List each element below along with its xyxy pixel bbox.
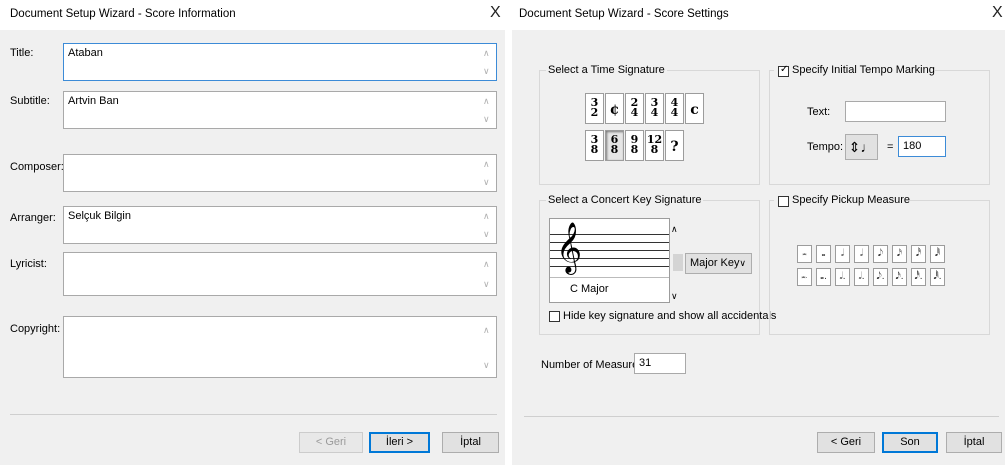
key-mode-select[interactable]: Major Key ∨ bbox=[685, 253, 752, 274]
time-sig-9-8[interactable]: 98 bbox=[625, 130, 644, 161]
time-sig-3-2[interactable]: 32 bbox=[585, 93, 604, 124]
finish-button[interactable]: Son bbox=[882, 432, 938, 453]
arranger-label: Arranger: bbox=[10, 212, 56, 224]
title-value: Ataban bbox=[68, 47, 103, 59]
pickup-measure-label: Specify Pickup Measure bbox=[792, 194, 910, 206]
pickup-dotted-half[interactable]: 𝅗𝅥. bbox=[835, 268, 850, 286]
pickup-dotted-sixteenth[interactable]: 𝅘𝅥𝅯. bbox=[892, 268, 907, 286]
tempo-equals: = bbox=[887, 141, 894, 153]
pickup-breve[interactable]: 𝅜 bbox=[797, 245, 812, 263]
title-field[interactable]: Ataban ∧ ∨ bbox=[63, 43, 497, 81]
measures-input[interactable]: 31 bbox=[634, 353, 686, 374]
key-signature-group-title: Select a Concert Key Signature bbox=[546, 194, 704, 206]
key-signature-staff[interactable]: 𝄞 C Major bbox=[549, 218, 670, 303]
composer-label: Composer: bbox=[10, 161, 64, 173]
time-sig-2-4[interactable]: 24 bbox=[625, 93, 644, 124]
time-sig-cut-time[interactable]: ¢ bbox=[605, 93, 624, 124]
copyright-scrollbar[interactable]: ∧ ∨ bbox=[481, 318, 495, 376]
left-panel: Title: Ataban ∧ ∨ Subtitle: Artvin Ban ∧ ∨… bbox=[0, 30, 505, 465]
pickup-dotted-half-2[interactable]: 𝅗𝅥. bbox=[854, 268, 869, 286]
key-down-arrow-icon[interactable]: ∨ bbox=[671, 291, 678, 302]
lyricist-label: Lyricist: bbox=[10, 258, 47, 270]
key-signature-group: Select a Concert Key Signature 𝄞 C Major… bbox=[539, 194, 776, 335]
pickup-dotted-whole[interactable]: 𝅝. bbox=[816, 268, 831, 286]
time-sig-12-8[interactable]: 12 8 bbox=[645, 130, 664, 161]
chevron-down-icon: ∨ bbox=[739, 258, 746, 268]
tempo-value-input[interactable]: 180 bbox=[898, 136, 946, 157]
pickup-whole[interactable]: 𝅝 bbox=[816, 245, 831, 263]
title-label: Title: bbox=[10, 47, 34, 59]
key-mode-value: Major Key bbox=[690, 257, 740, 269]
composer-field[interactable]: ∧ ∨ bbox=[63, 154, 497, 192]
treble-clef-icon: 𝄞 bbox=[556, 222, 583, 273]
key-scroll-thumb[interactable] bbox=[673, 254, 683, 271]
time-signature-group: Select a Time Signature 32 ¢ 24 34 44 c … bbox=[539, 64, 760, 185]
right-close-button[interactable]: X bbox=[992, 3, 1003, 23]
pickup-dotted-64th[interactable]: 𝅘𝅥𝅱. bbox=[930, 268, 945, 286]
pickup-half[interactable]: 𝅗𝅥 bbox=[835, 245, 850, 263]
right-separator bbox=[524, 416, 999, 417]
arranger-scrollbar[interactable]: ∧ ∨ bbox=[481, 208, 495, 242]
tempo-marking-checkbox[interactable]: ✓ bbox=[778, 64, 789, 77]
right-cancel-button[interactable]: İptal bbox=[946, 432, 1002, 453]
subtitle-value: Artvin Ban bbox=[68, 95, 119, 107]
time-sig-other[interactable]: ? bbox=[665, 130, 684, 161]
tempo-marking-label: Specify Initial Tempo Marking bbox=[792, 64, 935, 76]
pickup-dotted-eighth[interactable]: 𝅘𝅥𝅮. bbox=[873, 268, 888, 286]
key-name-label: C Major bbox=[570, 283, 609, 295]
tempo-note-unit-button[interactable]: ⇕♩ bbox=[845, 134, 878, 160]
measures-value: 31 bbox=[639, 357, 652, 369]
tempo-value: 180 bbox=[903, 140, 922, 152]
right-back-button[interactable]: < Geri bbox=[817, 432, 875, 453]
pickup-sixteenth[interactable]: 𝅘𝅥𝅯 bbox=[892, 245, 907, 263]
copyright-label: Copyright: bbox=[10, 323, 61, 335]
left-window-title: Document Setup Wizard - Score Informatio… bbox=[10, 8, 236, 20]
time-sig-4-4[interactable]: 44 bbox=[665, 93, 684, 124]
lyricist-field[interactable]: ∧ ∨ bbox=[63, 252, 497, 296]
tempo-label: Tempo: bbox=[807, 141, 844, 153]
time-signature-group-title: Select a Time Signature bbox=[546, 64, 667, 76]
subtitle-label: Subtitle: bbox=[10, 95, 50, 107]
right-window-title: Document Setup Wizard - Score Settings bbox=[519, 8, 729, 20]
lyricist-scrollbar[interactable]: ∧ ∨ bbox=[481, 254, 495, 294]
pickup-eighth[interactable]: 𝅘𝅥𝅮 bbox=[873, 245, 888, 263]
time-sig-3-8[interactable]: 38 bbox=[585, 130, 604, 161]
arranger-field[interactable]: Selçuk Bilgin ∧ ∨ bbox=[63, 206, 497, 244]
time-sig-common-time[interactable]: c bbox=[685, 93, 704, 124]
tempo-group: ✓ Specify Initial Tempo Marking Text: Te… bbox=[769, 64, 990, 185]
pickup-half-2[interactable]: 𝅗𝅥 bbox=[854, 245, 869, 263]
subtitle-scrollbar[interactable]: ∧ ∨ bbox=[481, 93, 495, 127]
pickup-32nd[interactable]: 𝅘𝅥𝅰 bbox=[911, 245, 926, 263]
left-close-button[interactable]: X bbox=[490, 3, 501, 23]
left-separator bbox=[10, 414, 497, 415]
time-sig-6-8[interactable]: 68 bbox=[605, 130, 624, 161]
left-cancel-button[interactable]: İptal bbox=[442, 432, 499, 453]
copyright-field[interactable]: ∧ ∨ bbox=[63, 316, 497, 378]
key-up-arrow-icon[interactable]: ∧ bbox=[671, 224, 678, 235]
left-back-button[interactable]: < Geri bbox=[299, 432, 363, 453]
next-button[interactable]: İleri > bbox=[369, 432, 430, 453]
pickup-group: Specify Pickup Measure 𝅜 𝅝 𝅗𝅥 𝅗𝅥 𝅘𝅥𝅮 𝅘𝅥𝅯… bbox=[769, 194, 990, 335]
arranger-value: Selçuk Bilgin bbox=[68, 210, 131, 222]
right-panel: Select a Time Signature 32 ¢ 24 34 44 c … bbox=[512, 30, 1005, 465]
hide-key-signature-checkbox[interactable] bbox=[549, 311, 560, 322]
pickup-dotted-32nd[interactable]: 𝅘𝅥𝅰. bbox=[911, 268, 926, 286]
tempo-text-input[interactable] bbox=[845, 101, 946, 122]
hide-key-signature-label: Hide key signature and show all accident… bbox=[563, 310, 777, 322]
title-scrollbar[interactable]: ∧ ∨ bbox=[481, 45, 495, 79]
tempo-text-label: Text: bbox=[807, 106, 831, 118]
composer-scrollbar[interactable]: ∧ ∨ bbox=[481, 156, 495, 190]
pickup-64th[interactable]: 𝅘𝅥𝅱 bbox=[930, 245, 945, 263]
pickup-measure-checkbox[interactable] bbox=[778, 196, 789, 207]
time-sig-3-4[interactable]: 34 bbox=[645, 93, 664, 124]
pickup-dotted-breve[interactable]: 𝅜. bbox=[797, 268, 812, 286]
measures-label: Number of Measures: bbox=[541, 359, 647, 371]
subtitle-field[interactable]: Artvin Ban ∧ ∨ bbox=[63, 91, 497, 129]
